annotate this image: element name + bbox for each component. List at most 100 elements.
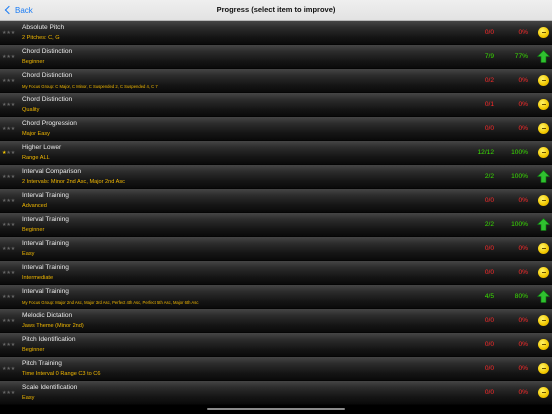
row-subtitle: Quality bbox=[22, 107, 40, 113]
progress-row[interactable]: ★★★ Chord Distinction Beginner 7/9 77% bbox=[0, 45, 552, 69]
progress-row[interactable]: ★★★ Chord Distinction My Focus Group: C Ma… bbox=[0, 69, 552, 93]
row-subtitle: Beginner bbox=[22, 227, 45, 233]
progress-row[interactable]: ★★★ Scale Identification Easy 0/0 0% bbox=[0, 381, 552, 405]
row-subtitle: Intermediate bbox=[22, 275, 54, 281]
star-rating: ★★★ bbox=[2, 222, 15, 228]
star-icon: ★ bbox=[10, 150, 16, 156]
star-rating: ★★★ bbox=[2, 318, 15, 324]
star-icon: ★ bbox=[10, 198, 16, 204]
percent-value: 100% bbox=[511, 173, 528, 180]
star-icon: ★ bbox=[10, 390, 16, 396]
row-title: Chord Distinction bbox=[22, 72, 73, 79]
row-title: Interval Training bbox=[22, 288, 69, 295]
progress-row[interactable]: ★★★ Pitch Training Time Interval 0 Range C… bbox=[0, 357, 552, 381]
score-value: 2/2 bbox=[484, 173, 494, 180]
score-value: 0/0 bbox=[484, 341, 494, 348]
progress-row[interactable]: ★★★ Melodic Dictation Jaws Theme (Minor 2n… bbox=[0, 309, 552, 333]
progress-row[interactable]: ★★★ Absolute Pitch 2 Pitches: C, G 0/0 0% bbox=[0, 21, 552, 45]
score-value: 0/1 bbox=[484, 101, 494, 108]
star-icon: ★ bbox=[10, 366, 16, 372]
row-subtitle: Time Interval 0 Range C3 to C6 bbox=[22, 371, 101, 377]
progress-row[interactable]: ★★★ Interval Training Easy 0/0 0% bbox=[0, 237, 552, 261]
up-arrow-icon bbox=[537, 170, 550, 183]
percent-value: 0% bbox=[518, 269, 528, 276]
row-title: Interval Training bbox=[22, 192, 69, 199]
row-subtitle: 2 Intervals: Minor 2nd Asc, Major 2nd As… bbox=[22, 179, 125, 185]
percent-value: 0% bbox=[518, 77, 528, 84]
neutral-icon bbox=[537, 26, 550, 39]
score-value: 0/0 bbox=[484, 245, 494, 252]
neutral-icon bbox=[537, 242, 550, 255]
row-title: Chord Distinction bbox=[22, 96, 73, 103]
neutral-icon bbox=[537, 122, 550, 135]
score-value: 2/2 bbox=[484, 221, 494, 228]
neutral-icon bbox=[537, 194, 550, 207]
row-title: Interval Training bbox=[22, 240, 69, 247]
row-subtitle: 2 Pitches: C, G bbox=[22, 35, 60, 41]
score-value: 0/0 bbox=[484, 29, 494, 36]
progress-row[interactable]: ★★★ Chord Progression Major Easy 0/0 0% bbox=[0, 117, 552, 141]
score-value: 12/12 bbox=[477, 149, 494, 156]
score-value: 0/0 bbox=[484, 269, 494, 276]
score-value: 0/0 bbox=[484, 197, 494, 204]
percent-value: 77% bbox=[514, 53, 528, 60]
star-icon: ★ bbox=[10, 30, 16, 36]
percent-value: 0% bbox=[518, 125, 528, 132]
row-subtitle: Jaws Theme (Minor 2nd) bbox=[22, 323, 84, 329]
star-icon: ★ bbox=[10, 54, 16, 60]
neutral-icon bbox=[537, 98, 550, 111]
home-indicator[interactable] bbox=[207, 408, 345, 410]
row-subtitle: Beginner bbox=[22, 347, 45, 353]
row-subtitle: Major Easy bbox=[22, 131, 50, 137]
star-icon: ★ bbox=[10, 318, 16, 324]
star-icon: ★ bbox=[10, 246, 16, 252]
score-value: 4/5 bbox=[484, 293, 494, 300]
up-arrow-icon bbox=[537, 218, 550, 231]
row-title: Interval Comparison bbox=[22, 168, 82, 175]
progress-row[interactable]: ★★★ Interval Comparison 2 Intervals: Minor… bbox=[0, 165, 552, 189]
progress-row[interactable]: ★★★ Interval Training Advanced 0/0 0% bbox=[0, 189, 552, 213]
star-icon: ★ bbox=[10, 222, 16, 228]
star-rating: ★★★ bbox=[2, 126, 15, 132]
progress-list: ★★★ Absolute Pitch 2 Pitches: C, G 0/0 0% ★★★… bbox=[0, 21, 552, 405]
score-value: 0/0 bbox=[484, 389, 494, 396]
score-value: 0/2 bbox=[484, 77, 494, 84]
star-rating: ★★★ bbox=[2, 30, 15, 36]
star-rating: ★★★ bbox=[2, 102, 15, 108]
percent-value: 100% bbox=[511, 221, 528, 228]
percent-value: 0% bbox=[518, 101, 528, 108]
row-subtitle: Beginner bbox=[22, 59, 45, 65]
score-value: 0/0 bbox=[484, 317, 494, 324]
neutral-icon bbox=[537, 362, 550, 375]
star-rating: ★★★ bbox=[2, 78, 15, 84]
score-value: 0/0 bbox=[484, 125, 494, 132]
star-rating: ★★★ bbox=[2, 390, 15, 396]
row-title: Chord Progression bbox=[22, 120, 77, 127]
progress-row[interactable]: ★★★ Chord Distinction Quality 0/1 0% bbox=[0, 93, 552, 117]
neutral-icon bbox=[537, 338, 550, 351]
percent-value: 0% bbox=[518, 317, 528, 324]
progress-row[interactable]: ★★★ Pitch Identification Beginner 0/0 0% bbox=[0, 333, 552, 357]
star-icon: ★ bbox=[10, 102, 16, 108]
row-subtitle: Easy bbox=[22, 251, 35, 257]
percent-value: 80% bbox=[514, 293, 528, 300]
navigation-bar: Back Progress (select item to improve) bbox=[0, 0, 552, 21]
star-icon: ★ bbox=[10, 294, 16, 300]
star-rating: ★★★ bbox=[2, 198, 15, 204]
star-rating: ★★★ bbox=[2, 294, 15, 300]
row-title: Chord Distinction bbox=[22, 48, 73, 55]
percent-value: 0% bbox=[518, 341, 528, 348]
percent-value: 0% bbox=[518, 29, 528, 36]
progress-row[interactable]: ★★★ Interval Training My Focus Group: Majo… bbox=[0, 285, 552, 309]
row-title: Higher Lower bbox=[22, 144, 62, 151]
page-title: Progress (select item to improve) bbox=[216, 5, 336, 14]
star-rating: ★★★ bbox=[2, 174, 15, 180]
neutral-icon bbox=[537, 74, 550, 87]
percent-value: 0% bbox=[518, 365, 528, 372]
up-arrow-icon bbox=[537, 290, 550, 303]
progress-row[interactable]: ★★★ Interval Training Beginner 2/2 100% bbox=[0, 213, 552, 237]
progress-row[interactable]: ★★★ Higher Lower Range ALL 12/12 100% bbox=[0, 141, 552, 165]
progress-row[interactable]: ★★★ Interval Training Intermediate 0/0 0% bbox=[0, 261, 552, 285]
star-rating: ★★★ bbox=[2, 342, 15, 348]
star-icon: ★ bbox=[10, 270, 16, 276]
